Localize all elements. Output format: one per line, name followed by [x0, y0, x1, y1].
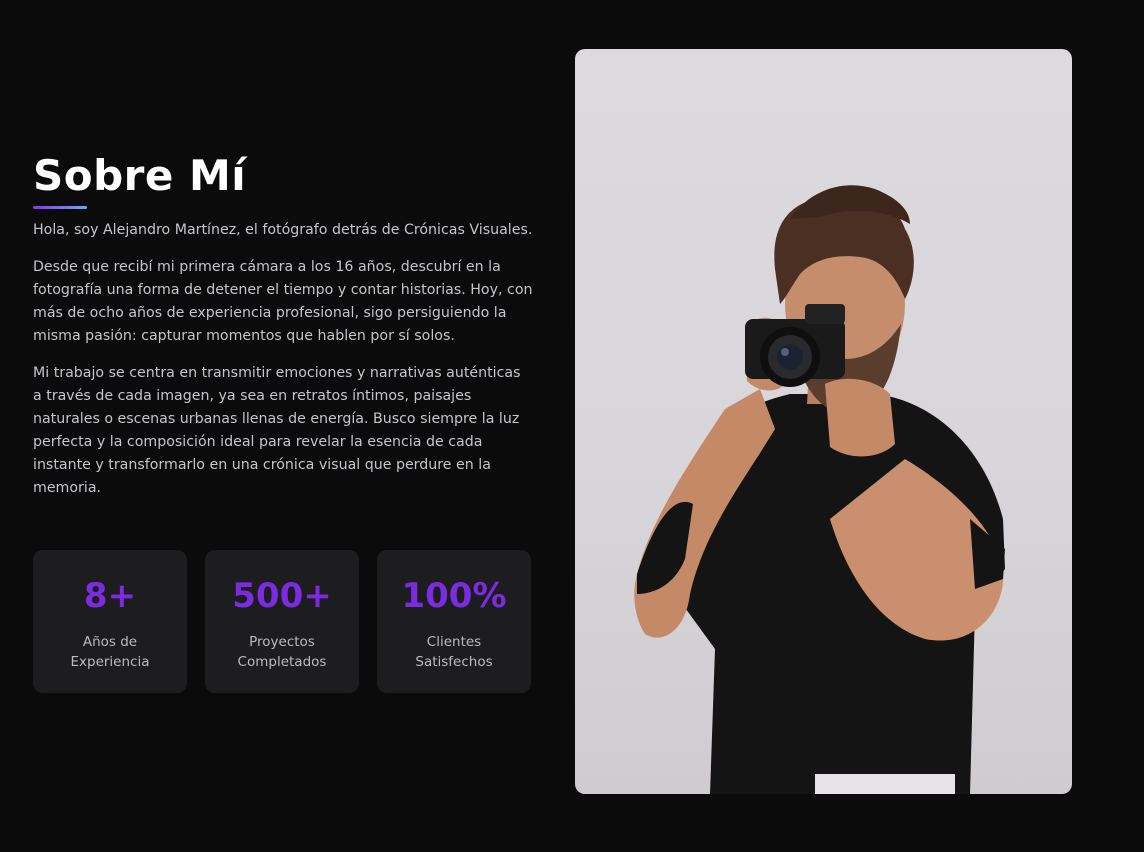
stat-card-clients: 100% Clientes Satisfechos — [377, 550, 531, 693]
history-paragraph: Desde que recibí mi primera cámara a los… — [33, 259, 533, 344]
title-underline — [33, 206, 87, 209]
stat-label: Años de Experiencia — [70, 634, 150, 670]
stat-card-projects: 500+ Proyectos Completados — [205, 550, 359, 693]
stat-card-experience: 8+ Años de Experiencia — [33, 550, 187, 693]
stat-label: Proyectos Completados — [237, 634, 327, 670]
stat-label: Clientes Satisfechos — [415, 634, 493, 670]
stat-value: 8+ — [83, 576, 137, 616]
stat-value: 500+ — [232, 576, 332, 616]
stat-value: 100% — [401, 576, 507, 616]
stats-row: 8+ Años de Experiencia 500+ Proyectos Co… — [33, 550, 531, 693]
portrait-illustration — [634, 185, 1005, 794]
photographer-portrait-image — [575, 49, 1072, 794]
about-text-column: Sobre Mí Hola, soy Alejandro Martínez, e… — [33, 150, 533, 500]
work-paragraph: Mi trabajo se centra en transmitir emoci… — [33, 365, 521, 496]
section-title: Sobre Mí — [33, 151, 247, 200]
about-section: Sobre Mí Hola, soy Alejandro Martínez, e… — [0, 0, 1144, 852]
intro-paragraph: Hola, soy Alejandro Martínez, el fotógra… — [33, 222, 533, 238]
